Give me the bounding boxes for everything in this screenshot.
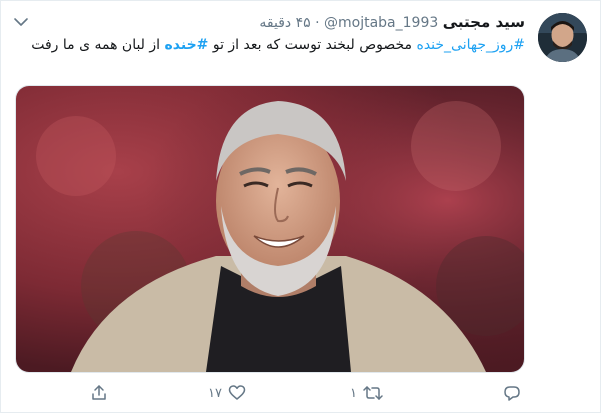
- like-count: ۱۷: [208, 385, 222, 401]
- reply-icon: [503, 384, 521, 402]
- share-icon: [90, 384, 108, 402]
- tweet-text-segment: از لبان همه ی ما رفت: [31, 37, 165, 53]
- retweet-icon: [363, 384, 383, 402]
- share-button[interactable]: [90, 378, 108, 408]
- retweet-count: ۱: [350, 385, 357, 401]
- tweet-text: #روز_جهانی_خنده مخصوص لبخند توست که بعد …: [17, 35, 525, 55]
- hashtag-link[interactable]: #خنده: [165, 37, 209, 53]
- reply-button[interactable]: [503, 378, 521, 408]
- hashtag-link[interactable]: #روز_جهانی_خنده: [416, 37, 525, 53]
- tweet-photo[interactable]: [15, 85, 525, 373]
- retweet-button[interactable]: ۱: [350, 378, 383, 408]
- display-name[interactable]: سید مجتبی: [443, 13, 525, 31]
- tweet-actions: ۱۷ ۱: [0, 378, 601, 408]
- heart-icon: [228, 384, 246, 402]
- separator-dot: ·: [315, 15, 320, 31]
- chevron-down-icon[interactable]: [12, 14, 30, 28]
- like-button[interactable]: ۱۷: [208, 378, 246, 408]
- avatar[interactable]: [538, 13, 587, 62]
- tweet-header: سید مجتبی @mojtaba_1993 · ۴۵ دقیقه: [259, 12, 525, 33]
- tweet-text-segment: مخصوص لبخند توست که بعد از تو: [208, 37, 417, 53]
- tweet-timestamp[interactable]: ۴۵ دقیقه: [259, 15, 310, 31]
- user-handle[interactable]: @mojtaba_1993: [324, 15, 438, 31]
